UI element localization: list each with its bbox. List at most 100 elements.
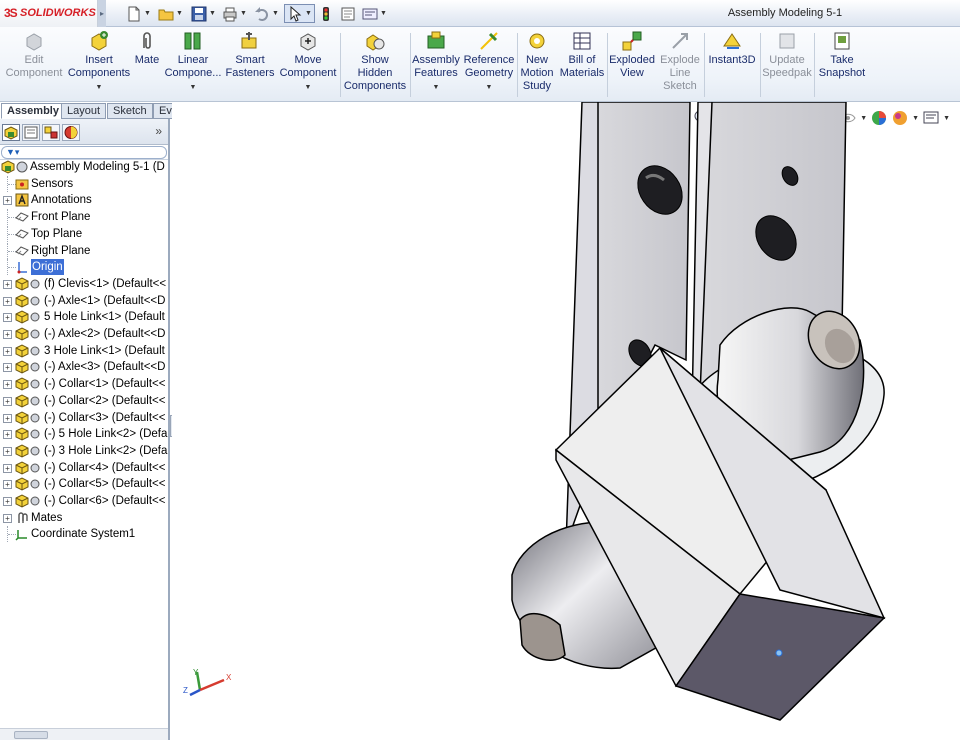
- tab-layout[interactable]: Layout: [61, 103, 107, 119]
- tab-sketch[interactable]: Sketch: [107, 103, 153, 119]
- tree-item[interactable]: Sensors: [0, 175, 168, 192]
- expand-toggle-icon[interactable]: +: [3, 346, 12, 356]
- linear-component-pattern-button[interactable]: Linear Compone... ▼: [163, 30, 223, 94]
- solidworks-logo[interactable]: 3S SOLIDWORKS: [0, 0, 98, 27]
- tree-item[interactable]: + (-) Axle<3> (Default<<D: [0, 359, 168, 375]
- chevron-down-icon[interactable]: ▼: [209, 10, 216, 17]
- tree-item[interactable]: Origin: [0, 259, 168, 276]
- tree-item[interactable]: +3 Hole Link<1> (Default: [0, 343, 168, 359]
- select-button[interactable]: ▼: [284, 4, 315, 23]
- tree-item[interactable]: Front Plane: [0, 209, 168, 226]
- move-component-button[interactable]: Move Component ▼: [278, 30, 338, 94]
- chevron-down-icon[interactable]: ▼: [278, 81, 338, 94]
- tree-item[interactable]: + (-) Collar<3> (Default<<: [0, 410, 168, 426]
- smart-fasteners-button[interactable]: Smart Fasteners: [224, 30, 276, 80]
- expand-toggle-icon[interactable]: +: [3, 497, 12, 506]
- property-manager-tab[interactable]: [22, 124, 40, 141]
- new-motion-study-button[interactable]: New Motion Study: [518, 30, 556, 93]
- reference-geometry-button[interactable]: Reference Geometry ▼: [462, 30, 516, 94]
- expand-toggle-icon[interactable]: +: [3, 463, 12, 473]
- expand-toggle-icon[interactable]: +: [3, 363, 12, 373]
- open-button[interactable]: ▼: [158, 4, 183, 23]
- insert-components-button[interactable]: Insert Components ▼: [66, 30, 132, 94]
- display-manager-tab[interactable]: [62, 124, 80, 141]
- chevron-down-icon[interactable]: ▼: [176, 10, 183, 17]
- chevron-down-icon[interactable]: ▼: [66, 81, 132, 94]
- expand-toggle-icon[interactable]: +: [3, 296, 12, 306]
- expand-toggle-icon[interactable]: +: [3, 196, 12, 206]
- chevron-down-icon[interactable]: ▼: [272, 10, 279, 17]
- tree-item[interactable]: + (f) Clevis<1> (Default<<: [0, 276, 168, 292]
- chevron-down-icon[interactable]: ▼: [240, 10, 247, 17]
- chevron-down-icon[interactable]: ▼: [305, 10, 312, 17]
- expand-toggle-icon[interactable]: +: [3, 413, 12, 423]
- part-icon: [15, 310, 29, 324]
- tree-item[interactable]: +5 Hole Link<1> (Default: [0, 309, 168, 325]
- show-hidden-components-button[interactable]: Show Hidden Components: [342, 30, 408, 93]
- feature-manager-tab[interactable]: [2, 124, 20, 141]
- file-properties-button[interactable]: [340, 4, 356, 23]
- tree-item[interactable]: + (-) Collar<2> (Default<<: [0, 393, 168, 409]
- tree-item[interactable]: Right Plane: [0, 242, 168, 259]
- chevron-down-icon[interactable]: ▼: [462, 81, 516, 94]
- exploded-view-button[interactable]: Exploded View: [608, 30, 656, 80]
- tab-assembly[interactable]: Assembly: [1, 103, 65, 119]
- bill-of-materials-button[interactable]: Bill of Materials: [558, 30, 606, 80]
- edit-component-button[interactable]: Edit Component: [4, 30, 64, 80]
- assembly-model-render[interactable]: [172, 102, 960, 740]
- expand-toggle-icon[interactable]: +: [3, 330, 12, 339]
- chevron-down-icon[interactable]: ▼: [144, 10, 151, 17]
- tree-item[interactable]: + (-) 3 Hole Link<2> (Defa: [0, 443, 168, 459]
- instant3d-button[interactable]: Instant3D: [705, 30, 759, 67]
- expand-toggle-icon[interactable]: +: [3, 446, 12, 456]
- expand-toggle-icon[interactable]: +: [3, 513, 12, 523]
- speedpak-icon: [779, 33, 795, 49]
- save-button[interactable]: ▼: [191, 4, 216, 23]
- menu-expand-arrow[interactable]: ▸: [98, 0, 106, 27]
- explode-line-sketch-button[interactable]: Explode Line Sketch: [657, 30, 703, 93]
- expand-toggle-icon[interactable]: +: [3, 313, 12, 323]
- tree-item[interactable]: + (-) Collar<4> (Default<<: [0, 460, 168, 476]
- expand-toggle-icon[interactable]: +: [3, 430, 12, 440]
- tree-item[interactable]: + Annotations: [0, 192, 168, 208]
- chevron-down-icon[interactable]: ▼: [412, 81, 460, 94]
- tree-item[interactable]: Coordinate System1: [0, 526, 168, 543]
- tree-item[interactable]: + (-) Collar<1> (Default<<: [0, 376, 168, 392]
- part-icon: [15, 327, 29, 341]
- expand-toggle-icon[interactable]: +: [3, 380, 12, 390]
- tree-item-label: 3 Hole Link<1> (Default: [44, 344, 165, 357]
- scrollbar-thumb[interactable]: [14, 731, 48, 739]
- tree-item[interactable]: + (-) Collar<5> (Default<<: [0, 476, 168, 492]
- expand-toggle-icon[interactable]: +: [3, 480, 12, 490]
- configuration-manager-tab[interactable]: [42, 124, 60, 141]
- new-document-button[interactable]: ▼: [126, 4, 151, 23]
- part-icon: [15, 494, 29, 508]
- print-button[interactable]: ▼: [222, 4, 247, 23]
- sensors-folder-icon: [15, 177, 29, 191]
- rebuild-button[interactable]: [318, 4, 334, 23]
- chevron-down-icon[interactable]: ▼: [380, 10, 387, 17]
- plane-icon: [15, 210, 29, 224]
- update-speedpak-button[interactable]: Update Speedpak: [761, 30, 813, 80]
- graphics-area[interactable]: ▼ ▼ ▼ ▼ ▼: [172, 102, 960, 740]
- tree-item[interactable]: + Mates: [0, 510, 168, 526]
- expand-toggle-icon[interactable]: +: [3, 396, 12, 406]
- undo-button[interactable]: ▼: [254, 4, 279, 23]
- assembly-features-button[interactable]: Assembly Features ▼: [412, 30, 460, 94]
- tree-item[interactable]: + (-) Axle<1> (Default<<D: [0, 293, 168, 309]
- expand-toggle-icon[interactable]: +: [3, 279, 12, 289]
- tree-filter-input[interactable]: ▼▾: [1, 146, 167, 159]
- insert-components-icon: [91, 31, 108, 51]
- options-button[interactable]: ▼: [362, 4, 387, 23]
- tree-root-assembly[interactable]: Assembly Modeling 5-1 (D: [0, 159, 168, 175]
- collapse-panel-icon[interactable]: »: [155, 124, 162, 138]
- chevron-down-icon[interactable]: ▼: [163, 81, 223, 94]
- take-snapshot-button[interactable]: Take Snapshot: [815, 30, 869, 80]
- tree-item[interactable]: Top Plane: [0, 225, 168, 242]
- mate-button[interactable]: Mate: [132, 30, 162, 67]
- tree-item[interactable]: + (-) 5 Hole Link<2> (Defa: [0, 426, 168, 442]
- horizontal-scrollbar[interactable]: [0, 728, 168, 740]
- tree-item[interactable]: + (-) Collar<6> (Default<<: [0, 493, 168, 509]
- tree-item[interactable]: + (-) Axle<2> (Default<<D: [0, 326, 168, 342]
- tree-item-label: Annotations: [31, 194, 92, 207]
